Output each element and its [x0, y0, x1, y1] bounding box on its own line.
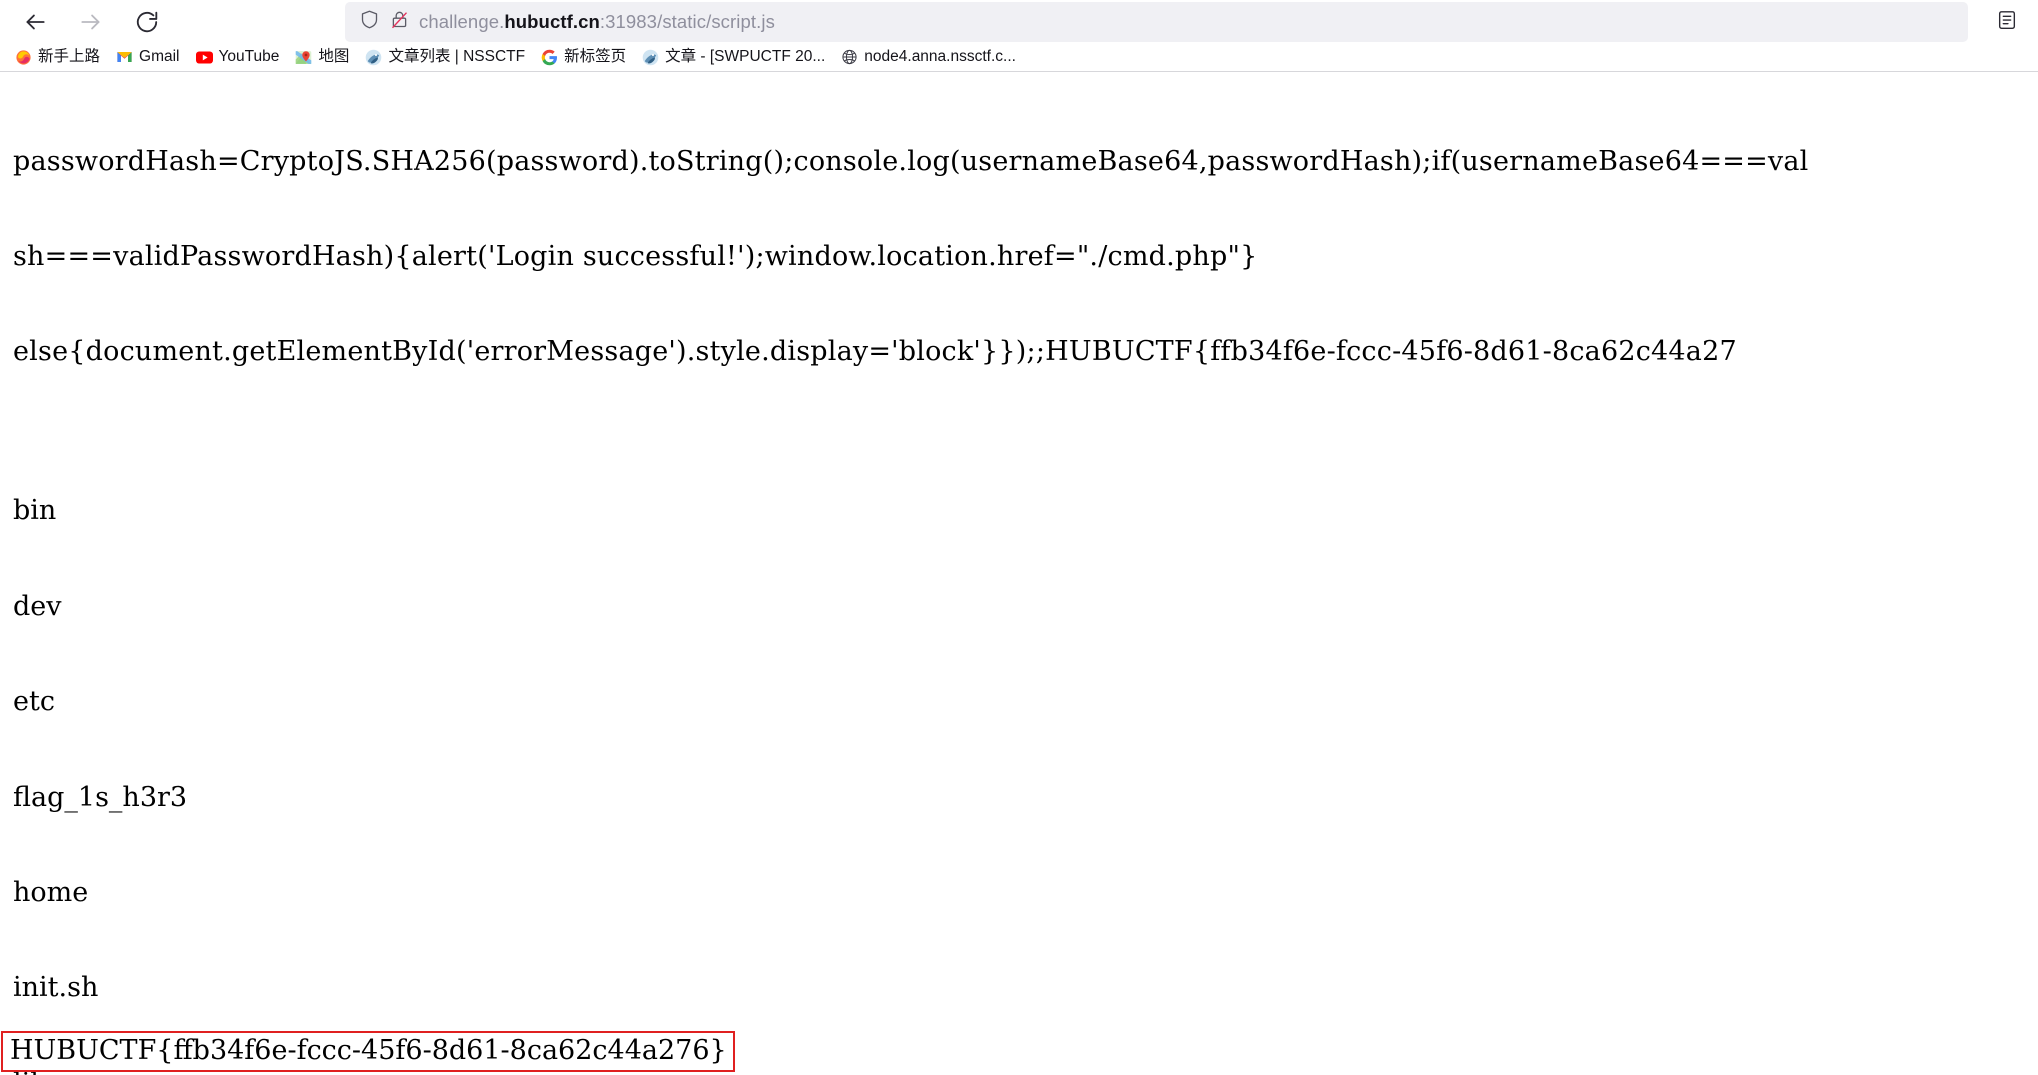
source-code-view: passwordHash=CryptoJS.SHA256(password).t… [0, 72, 2038, 432]
code-line: sh===validPasswordHash){alert('Login suc… [13, 240, 1258, 272]
directory-entry: dev [13, 590, 62, 622]
address-bar-container: challenge.hubuctf.cn:31983/static/script… [345, 2, 1968, 42]
identity-icons [355, 9, 410, 35]
globe-icon [841, 49, 858, 66]
browser-chrome: challenge.hubuctf.cn:31983/static/script… [0, 0, 2038, 72]
reload-icon [134, 9, 160, 35]
reader-view-icon [1996, 9, 2018, 36]
bookmark-label: 新标签页 [564, 48, 627, 66]
url-prefix: challenge. [419, 11, 505, 32]
flag-text: HUBUCTF{ffb34f6e-fccc-45f6-8d61-8ca62c44… [1, 1031, 735, 1072]
bookmark-label: 文章列表 | NSSCTF [388, 48, 526, 66]
bookmark-item-new-tab[interactable]: 新标签页 [534, 46, 633, 69]
back-button[interactable] [14, 1, 56, 43]
shield-icon[interactable] [359, 9, 380, 35]
reload-button[interactable] [126, 1, 168, 43]
back-arrow-icon [22, 9, 48, 35]
bookmark-item-gmail[interactable]: Gmail [109, 46, 186, 69]
navigation-toolbar: challenge.hubuctf.cn:31983/static/script… [0, 0, 2038, 43]
bookmarks-toolbar: 新手上路 Gmail YouTube 地图 文章列表 | NSSCTF 新标签页… [0, 43, 2038, 72]
bookmark-label: 文章 - [SWPUCTF 20... [665, 48, 826, 66]
google-maps-icon [295, 49, 312, 66]
forward-button[interactable] [70, 1, 112, 43]
url-suffix: :31983/static/script.js [599, 11, 775, 32]
lock-crossed-icon[interactable] [389, 9, 410, 35]
firefox-icon [15, 49, 32, 66]
bookmark-label: node4.anna.nssctf.c... [864, 48, 1016, 66]
directory-entry: init.sh [13, 972, 99, 1004]
bookmark-item-swpuctf-article[interactable]: 文章 - [SWPUCTF 20... [635, 46, 832, 69]
url-text: challenge.hubuctf.cn:31983/static/script… [419, 11, 775, 33]
page-content: passwordHash=CryptoJS.SHA256(password).t… [0, 72, 2038, 1075]
code-line: passwordHash=CryptoJS.SHA256(password).t… [13, 145, 1809, 177]
nav-button-group [0, 1, 168, 43]
directory-entry: bin [13, 495, 57, 527]
url-host: hubuctf.cn [504, 11, 600, 32]
directory-entry: etc [13, 686, 55, 718]
directory-listing: bin dev etc flag_1s_h3r3 home init.sh li… [0, 432, 2038, 1075]
reader-view-button[interactable] [1990, 6, 2024, 38]
address-bar[interactable]: challenge.hubuctf.cn:31983/static/script… [345, 2, 1968, 42]
bookmark-item-nssctf-articles[interactable]: 文章列表 | NSSCTF [358, 46, 532, 69]
code-line: else{document.getElementById('errorMessa… [13, 336, 1737, 368]
bookmark-label: 地图 [318, 48, 350, 66]
directory-entry: flag_1s_h3r3 [13, 781, 188, 813]
bookmark-item-node4-anna[interactable]: node4.anna.nssctf.c... [834, 46, 1023, 69]
bookmark-label: YouTube [218, 48, 280, 66]
bookmark-label: Gmail [139, 48, 180, 66]
youtube-icon [195, 49, 213, 66]
directory-entry: home [13, 876, 89, 908]
gmail-icon [116, 49, 133, 66]
bookmark-item-youtube[interactable]: YouTube [189, 46, 287, 69]
bookmark-label: 新手上路 [38, 48, 101, 66]
bookmark-item-maps[interactable]: 地图 [288, 46, 356, 69]
flag-highlight-row: HUBUCTF{ffb34f6e-fccc-45f6-8d61-8ca62c44… [0, 1031, 735, 1072]
google-g-icon [541, 49, 558, 66]
forward-arrow-icon [78, 9, 104, 35]
nssctf-icon [365, 49, 382, 66]
nssctf-icon [642, 49, 659, 66]
bookmark-item-firefox[interactable]: 新手上路 [8, 46, 107, 69]
